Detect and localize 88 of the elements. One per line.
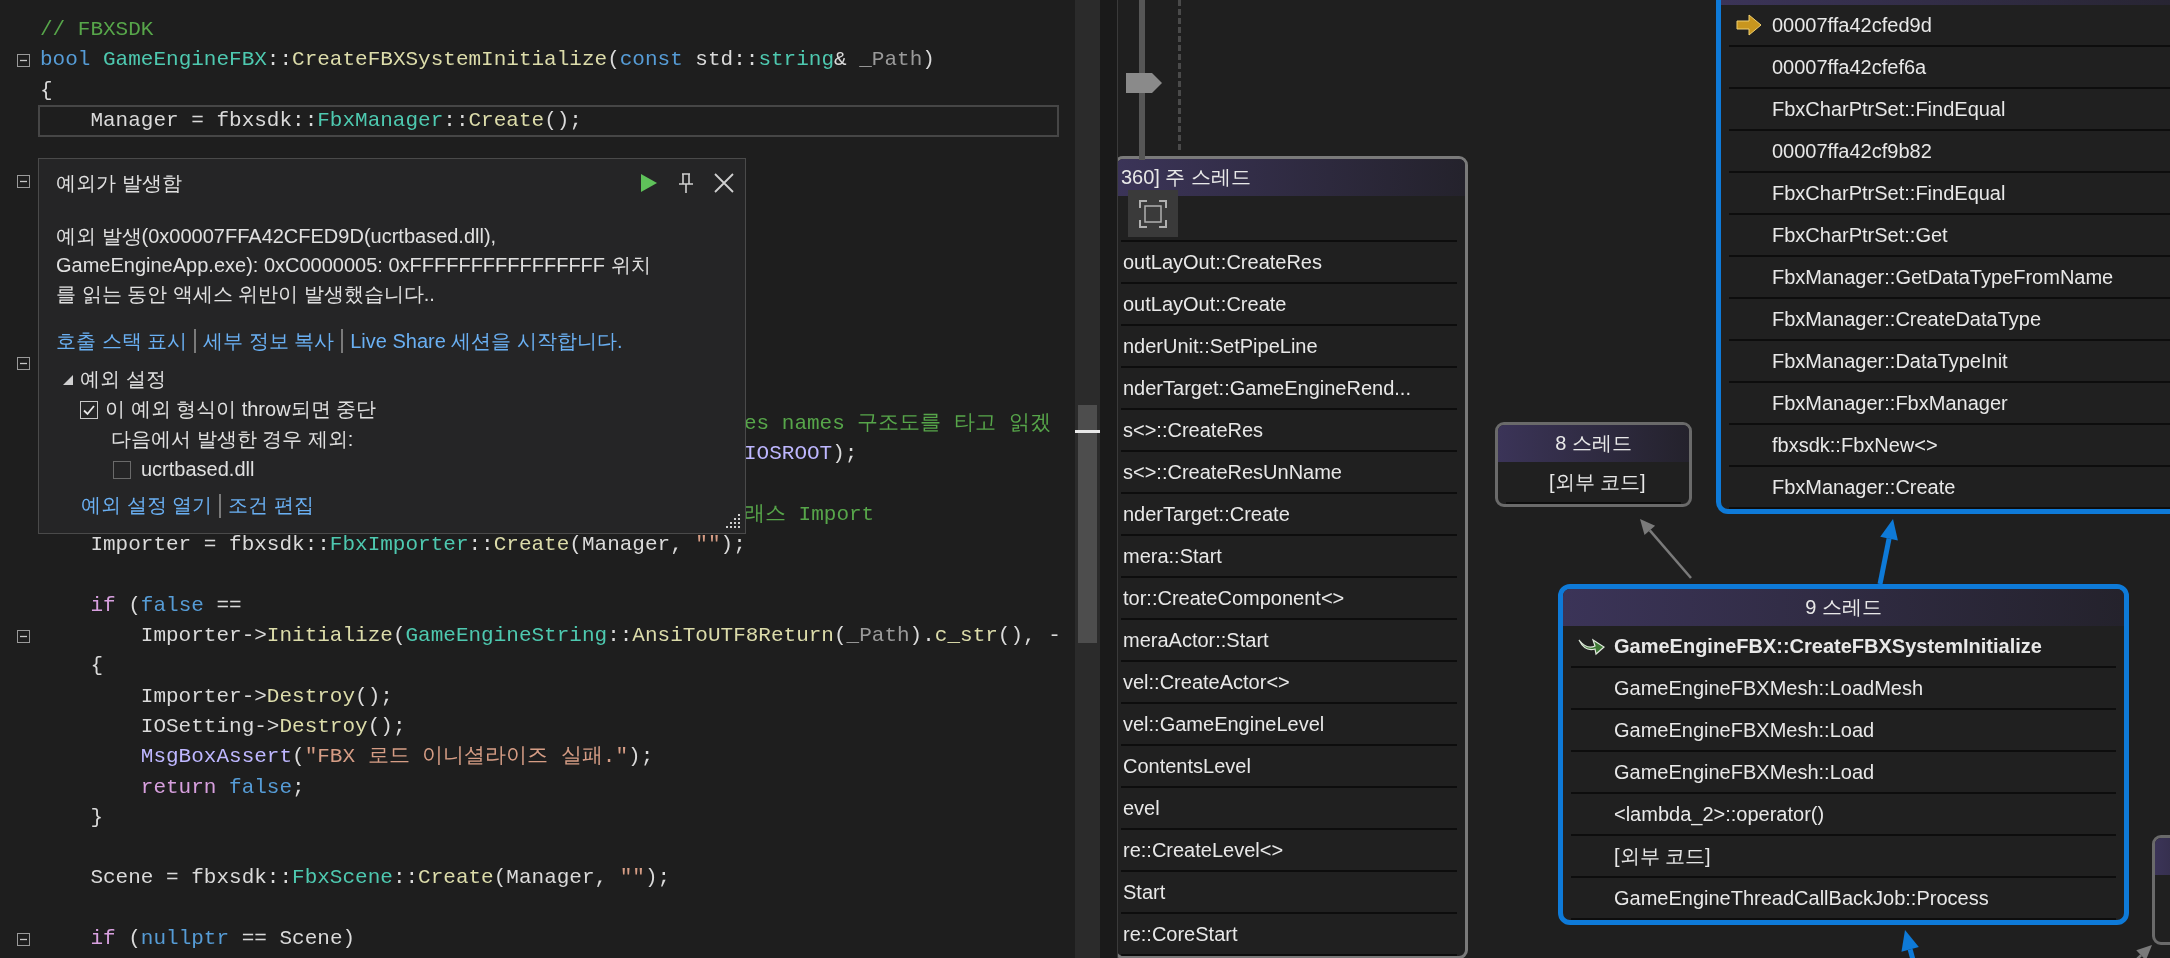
stack-frame[interactable]: FbxCharPtrSet::FindEqual (1772, 97, 2006, 121)
stack-frame[interactable]: FbxManager::Create (1772, 475, 1956, 499)
link[interactable]: 예외 설정 열기 (81, 492, 213, 519)
code-line: Scene = fbxsdk::FbxScene::Create(Manager, ""); (89, 865, 671, 892)
stack-frame[interactable]: nderTarget::GameEngineRend... (1123, 376, 1411, 400)
fit-icon (1138, 198, 1168, 229)
code-line: Importer = fbxsdk::FbxImporter::Create(Manager, ""); (89, 532, 746, 559)
code-line: Importer->Initialize(GameEngineString::AnsiToUTF8Return(_Path).c_str(), - (139, 623, 1061, 650)
stack-frame[interactable]: FbxManager::GetDataTypeFromName (1772, 265, 2114, 289)
stack-frame[interactable]: outLayOut::Create (1123, 292, 1287, 316)
code-line: if (nullptr == Scene) (89, 926, 356, 953)
exception-message: 예외 발생(0x00007FFA42CFED9D(ucrtbased.dll), GameEngineApp.exe): 0xC0000005: 0xFFFFFFFFFFFFFFFF 위치를 읽는 동안 액세스 위반이 발생했습니다.. (56, 223, 652, 307)
close-icon[interactable] (712, 171, 736, 195)
stack-frame[interactable]: GameEngineThreadCallBackJob::Process (1614, 886, 1989, 910)
link[interactable]: Live Share 세션을 시작합니다. (350, 327, 623, 355)
thread-title: 360] 주 스레드 (1121, 165, 1252, 190)
stack-frame[interactable]: vel::CreateActor<> (1123, 670, 1290, 694)
code-line: { (89, 653, 103, 680)
arrow-icon (1735, 13, 1763, 37)
code-line: IOSetting->Destroy(); (139, 713, 406, 740)
scrollbar[interactable] (1075, 0, 1100, 958)
stack-frame[interactable]: GameEngineFBXMesh::Load (1614, 760, 1875, 784)
code-line: es names 구조도를 타고 읽겠 (744, 411, 1051, 437)
collapse-icon[interactable] (16, 356, 30, 370)
thread-stack-box[interactable]: 8 스레드 [외부 코드] (1495, 422, 1692, 507)
checkbox[interactable] (80, 400, 98, 419)
code-line: } (89, 804, 103, 831)
stack-frame[interactable]: Start (1123, 880, 1166, 904)
stack-frame[interactable]: GameEngineFBX::CreateFBXSystemInitialize (1614, 634, 2042, 658)
code-line: return false; (139, 774, 305, 801)
stack-frame[interactable]: FbxCharPtrSet::Get (1772, 223, 1948, 247)
slider-thumb[interactable] (1126, 72, 1162, 93)
stack-frame[interactable]: meraActor::Start (1123, 628, 1269, 652)
scrollbar-thumb[interactable] (1078, 405, 1097, 643)
checkbox-label: 이 예외 형식이 throw되면 중단 (105, 397, 377, 422)
stack-frame[interactable]: GameEngineFBXMesh::Load (1614, 718, 1875, 742)
stack-frame[interactable]: vel::GameEngineLevel (1123, 712, 1325, 736)
stack-frame[interactable]: <lambda_2>::operator() (1614, 802, 1825, 826)
collapse-icon[interactable] (16, 629, 30, 643)
exclusion-label: 다음에서 발생한 경우 제외: (111, 427, 354, 452)
stack-frame[interactable]: nderTarget::Create (1123, 502, 1290, 526)
zoom-to-fit-button[interactable] (1128, 190, 1178, 237)
stack-frame[interactable]: evel (1123, 796, 1160, 820)
stack-frame[interactable]: FbxCharPtrSet::FindEqual (1772, 181, 2006, 205)
code-line: 래스 Import (744, 501, 875, 528)
stack-frame[interactable]: nderUnit::SetPipeLine (1123, 334, 1318, 358)
collapse-icon[interactable] (16, 53, 30, 67)
stack-frame[interactable]: outLayOut::CreateRes (1123, 250, 1322, 274)
stack-frame[interactable]: GameEngineFBXMesh::LoadMesh (1614, 676, 1924, 700)
link[interactable]: 세부 정보 복사 (203, 327, 335, 355)
resize-grip-icon[interactable] (725, 513, 741, 529)
popup-title: 예외가 발생함 (56, 170, 183, 196)
link[interactable]: 조건 편집 (228, 492, 314, 519)
stack-frame[interactable]: tor::CreateComponent<> (1123, 586, 1345, 610)
collapse-icon[interactable] (16, 175, 30, 189)
thread-stack-box[interactable]: 9 스레드 GameEngineFBX::CreateFBXSystemInitialize GameEngineFBXMesh::LoadMesh GameEngineFBXMesh::Load GameEngineFBXMesh::Load <lambda_2>::operator() [외부 코드] GameEngineThreadCallBackJob::Process (1558, 584, 2129, 925)
stack-frame[interactable]: 00007ffa42cfef6a (1772, 55, 1927, 79)
thread-stack-box[interactable] (1118, 156, 1468, 958)
stack-frame[interactable]: FbxManager::FbxManager (1772, 391, 2008, 415)
stack-frame[interactable]: mera::Start (1123, 544, 1222, 568)
section-label: 예외 설정 (80, 367, 166, 392)
expanded-icon[interactable] (62, 373, 74, 386)
code-line: bool GameEngineFBX::CreateFBXSystemInitialize(const std::string& _Path) (40, 47, 935, 74)
checkbox-label: ucrtbased.dll (141, 458, 255, 481)
stack-frame[interactable]: 00007ffa42cfed9d (1772, 13, 1932, 37)
code-line: IOSROOT); (744, 441, 858, 468)
thread-title: 8 스레드 (1555, 431, 1632, 456)
code-line: { (40, 77, 53, 104)
code-line: MsgBoxAssert("FBX 로드 이니셜라이즈 실패."); (139, 744, 654, 771)
code-line: // FBXSDK (40, 17, 154, 44)
stack-frame[interactable]: re::CoreStart (1123, 922, 1238, 946)
stack-frame[interactable]: re::CreateLevel<> (1123, 838, 1284, 862)
stack-frame[interactable]: [외부 코드] (1549, 468, 1646, 496)
thread-stack-box[interactable] (1716, 0, 2170, 514)
thread-title: 9 스레드 (1805, 595, 1882, 620)
stack-frame[interactable]: FbxManager::DataTypeInit (1772, 349, 2008, 373)
stack-frame[interactable]: s<>::CreateResUnName (1123, 460, 1342, 484)
collapse-icon[interactable] (16, 932, 30, 946)
stack-frame[interactable]: 00007ffa42cf9b82 (1772, 139, 1932, 163)
code-line: Importer->Destroy(); (139, 683, 393, 710)
link[interactable]: 호출 스택 표시 (56, 327, 188, 355)
checkbox[interactable] (113, 460, 131, 479)
stack-frame[interactable]: FbxManager::CreateDataType (1772, 307, 2042, 331)
stack-frame[interactable]: [외부 코드] (1614, 842, 1711, 870)
code-line: if (false == (89, 592, 242, 619)
stack-frame[interactable]: fbxsdk::FbxNew<> (1772, 433, 1938, 457)
stack-frame[interactable]: ContentsLevel (1123, 754, 1251, 778)
stack-frame[interactable]: s<>::CreateRes (1123, 418, 1264, 442)
